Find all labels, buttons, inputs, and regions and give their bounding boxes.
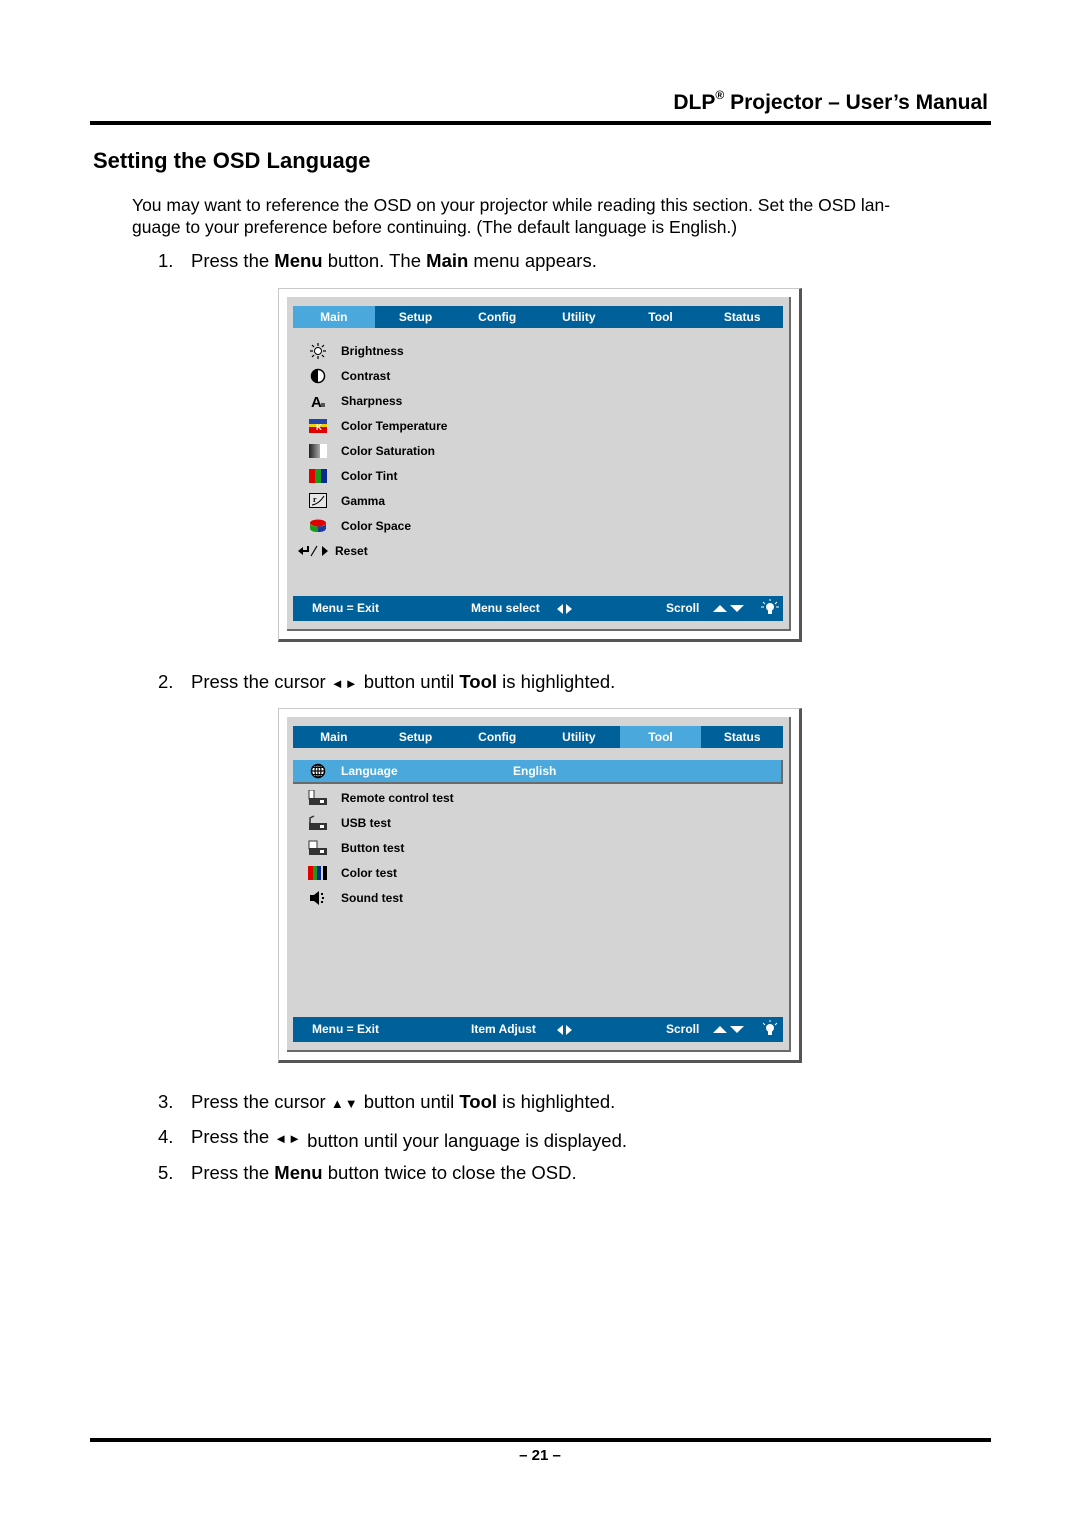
footer-scroll: Scroll <box>666 1022 700 1036</box>
osd-tool-menu-screenshot: Main Setup Config Utility Tool Status La… <box>278 708 802 1063</box>
footer-menu-select: Menu select <box>471 601 540 615</box>
tab-utility[interactable]: Utility <box>538 306 620 328</box>
tab-utility[interactable]: Utility <box>538 726 620 748</box>
color-space-icon <box>303 519 333 533</box>
osd-item-gamma[interactable]: r Gamma <box>293 488 783 513</box>
tab-setup[interactable]: Setup <box>375 726 457 748</box>
step-1: 1. Press the Menu button. The Main menu a… <box>158 250 597 271</box>
osd-item-contrast[interactable]: Contrast <box>293 364 783 389</box>
usb-test-icon <box>303 815 333 831</box>
osd-item-color-tint[interactable]: Color Tint <box>293 463 783 488</box>
osd-item-usb-test[interactable]: USB test <box>293 811 783 836</box>
language-globe-icon <box>303 763 333 779</box>
lamp-icon <box>761 599 779 626</box>
up-down-arrows-icon <box>713 1017 745 1042</box>
language-value[interactable]: English <box>513 764 556 778</box>
lamp-icon <box>761 1020 779 1047</box>
footer-menu-exit: Menu = Exit <box>312 601 380 615</box>
tab-tool[interactable]: Tool <box>620 306 702 328</box>
osd-footer-bar: Menu = Exit Item Adjust Scroll <box>293 1017 783 1042</box>
svg-text:r: r <box>313 495 317 504</box>
osd-item-language[interactable]: Language English <box>293 760 783 784</box>
section-title: Setting the OSD Language <box>93 148 371 173</box>
osd-item-reset[interactable]: Reset <box>293 538 783 563</box>
osd-tab-bar: Main Setup Config Utility Tool Status <box>293 726 783 748</box>
tab-setup[interactable]: Setup <box>375 306 457 328</box>
footer-scroll: Scroll <box>666 601 700 615</box>
osd-item-remote-control-test[interactable]: Remote control test <box>293 786 783 811</box>
contrast-icon <box>303 368 333 384</box>
button-test-icon <box>303 840 333 856</box>
tab-main[interactable]: Main <box>293 726 375 748</box>
osd-main-menu-screenshot: Main Setup Config Utility Tool Status Br… <box>278 288 802 642</box>
up-down-arrows-icon <box>713 596 745 621</box>
osd-item-sharpness[interactable]: A Sharpness <box>293 389 783 414</box>
osd-item-color-space[interactable]: Color Space <box>293 513 783 538</box>
osd-item-color-temperature[interactable]: K Color Temperature <box>293 414 783 439</box>
tab-status[interactable]: Status <box>701 726 783 748</box>
sound-test-icon <box>303 890 333 906</box>
remote-control-test-icon <box>303 790 333 806</box>
tab-tool[interactable]: Tool <box>619 726 702 748</box>
tab-config[interactable]: Config <box>456 306 538 328</box>
left-right-arrows-icon <box>557 596 573 621</box>
step-5: 5. Press the Menu button twice to close t… <box>158 1162 577 1183</box>
color-saturation-icon <box>303 444 333 458</box>
osd-item-list: Brightness Contrast A Sharpness K Color … <box>293 339 783 563</box>
osd-item-color-saturation[interactable]: Color Saturation <box>293 439 783 464</box>
gamma-icon: r <box>303 493 333 509</box>
osd-item-button-test[interactable]: Button test <box>293 836 783 861</box>
reset-icon <box>297 545 333 557</box>
osd-footer-bar: Menu = Exit Menu select Scroll <box>293 596 783 621</box>
osd-item-sound-test[interactable]: Sound test <box>293 886 783 911</box>
intro-paragraph: You may want to reference the OSD on you… <box>132 195 891 237</box>
svg-text:K: K <box>316 423 322 432</box>
osd-item-brightness[interactable]: Brightness <box>293 339 783 364</box>
tab-main[interactable]: Main <box>293 306 375 328</box>
osd-panel: Main Setup Config Utility Tool Status Br… <box>287 297 791 631</box>
tab-config[interactable]: Config <box>456 726 538 748</box>
left-right-cursor-icon: ◄► <box>274 1131 303 1146</box>
step-4: 4. Press the ◄► button until your languag… <box>158 1126 628 1151</box>
left-right-arrows-icon <box>557 1017 573 1042</box>
manual-header-title: DLP® Projector – User’s Manual <box>673 88 988 114</box>
brightness-icon <box>303 343 333 360</box>
color-temperature-icon: K <box>303 419 333 434</box>
footer-menu-exit: Menu = Exit <box>312 1022 380 1036</box>
page-number: – 21 – <box>519 1447 561 1464</box>
left-right-cursor-icon: ◄► <box>330 676 359 691</box>
step-2: 2. Press the cursor ◄► button until Tool … <box>158 671 616 692</box>
color-test-icon <box>303 866 333 881</box>
color-tint-icon <box>303 468 333 483</box>
tab-status[interactable]: Status <box>701 306 783 328</box>
up-down-cursor-icon: ▲▼ <box>330 1096 359 1111</box>
osd-panel: Main Setup Config Utility Tool Status La… <box>287 717 791 1052</box>
osd-item-list: Language English Remote control test USB… <box>293 760 783 910</box>
osd-tab-bar: Main Setup Config Utility Tool Status <box>293 306 783 328</box>
footer-item-adjust: Item Adjust <box>471 1022 536 1036</box>
header-rule <box>90 121 991 125</box>
footer-rule <box>90 1438 991 1442</box>
osd-item-color-test[interactable]: Color test <box>293 861 783 886</box>
step-3: 3. Press the cursor ▲▼ button until Tool … <box>158 1091 616 1112</box>
sharpness-icon: A <box>303 393 333 409</box>
svg-text:A: A <box>311 394 322 409</box>
